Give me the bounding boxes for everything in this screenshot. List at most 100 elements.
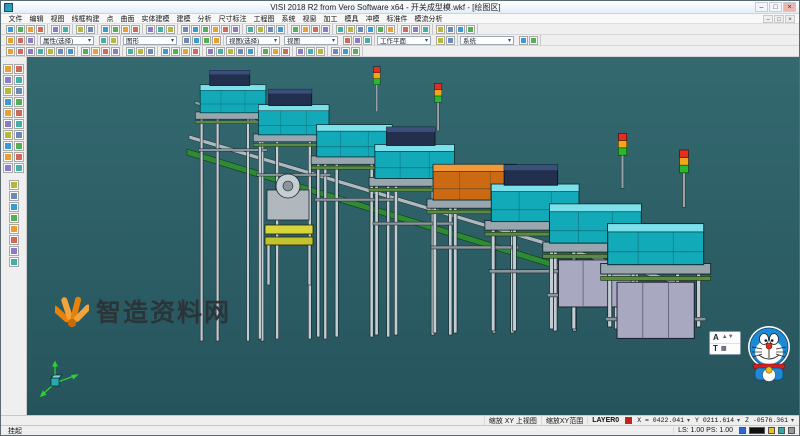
mirror-icon[interactable] — [206, 47, 215, 56]
layer-indicator[interactable]: LAYER0 — [587, 417, 623, 424]
toolbar-combo[interactable]: 视图(选择)▾ — [226, 36, 280, 45]
boolean-intersect-icon[interactable] — [146, 47, 155, 56]
surface-icon[interactable] — [436, 25, 445, 34]
toolbar-combo[interactable]: 属性(选择)▾ — [40, 36, 94, 45]
extrude-icon[interactable] — [456, 25, 465, 34]
workplane-xy-icon[interactable] — [343, 36, 352, 45]
ungroup-icon[interactable] — [9, 224, 19, 234]
view-mode-indicator[interactable]: 缩放 XY 上视图 — [484, 416, 541, 426]
plot-icon[interactable] — [61, 25, 70, 34]
macro-icon[interactable] — [331, 47, 340, 56]
back-view-icon[interactable] — [56, 47, 65, 56]
child-restore-button[interactable]: □ — [774, 15, 784, 23]
fillet-icon[interactable] — [81, 47, 90, 56]
3d-viewport[interactable]: 智造资料网 A ▲▼ T ▦ — [27, 57, 799, 415]
filter-icon[interactable] — [182, 36, 191, 45]
menu-item-10[interactable]: 尺寸标注 — [215, 14, 250, 24]
selection-color-well[interactable] — [749, 427, 765, 434]
text-tool-icon[interactable] — [14, 163, 24, 173]
text-height-button[interactable]: A ▲▼ — [710, 332, 740, 344]
annotation-icon[interactable] — [421, 25, 430, 34]
material-icon[interactable] — [306, 47, 315, 56]
new-icon[interactable] — [6, 25, 15, 34]
print-icon[interactable] — [51, 25, 60, 34]
spline-icon[interactable] — [14, 97, 24, 107]
snap-indicator[interactable] — [739, 427, 746, 434]
trim-tool-icon[interactable] — [14, 108, 24, 118]
boolean-union-icon[interactable] — [126, 47, 135, 56]
line-tool-icon[interactable] — [3, 75, 13, 85]
light-icon[interactable] — [316, 47, 325, 56]
dimension-tool-icon[interactable] — [9, 191, 19, 201]
extend-icon[interactable] — [171, 47, 180, 56]
toolbar-combo[interactable]: 视图▾ — [284, 36, 338, 45]
line-icon[interactable] — [346, 25, 355, 34]
menu-item-15[interactable]: 模具 — [341, 14, 362, 24]
copy-icon[interactable] — [111, 25, 120, 34]
menu-item-6[interactable]: 曲面 — [117, 14, 138, 24]
shaded-icon[interactable] — [246, 25, 255, 34]
workplane-yz-icon[interactable] — [353, 36, 362, 45]
menu-item-17[interactable]: 标准件 — [383, 14, 411, 24]
rotate-view-icon[interactable] — [231, 25, 240, 34]
revolve-icon[interactable] — [466, 25, 475, 34]
menu-item-5[interactable]: 点 — [103, 14, 117, 24]
shell-icon[interactable] — [101, 47, 110, 56]
arc-icon[interactable] — [356, 25, 365, 34]
properties-icon[interactable] — [9, 257, 19, 267]
save-icon[interactable] — [26, 25, 35, 34]
menu-item-9[interactable]: 分析 — [194, 14, 215, 24]
draft-icon[interactable] — [111, 47, 120, 56]
chamfer-tool-icon[interactable] — [14, 119, 24, 129]
color-picker-icon[interactable] — [99, 36, 108, 45]
solid-icon[interactable] — [446, 25, 455, 34]
toolbar-combo[interactable]: 系统▾ — [460, 36, 514, 45]
options-icon[interactable] — [351, 47, 360, 56]
array-tool-icon[interactable] — [14, 152, 24, 162]
point-icon[interactable] — [336, 25, 345, 34]
pick-edge-icon[interactable] — [202, 36, 211, 45]
right-view-icon[interactable] — [36, 47, 45, 56]
circle-icon[interactable] — [366, 25, 375, 34]
menu-item-16[interactable]: 冲模 — [362, 14, 383, 24]
layer-tool-icon[interactable] — [9, 202, 19, 212]
zoom-window-icon[interactable] — [201, 25, 210, 34]
snap-icon[interactable] — [311, 25, 320, 34]
rotate-tool-icon[interactable] — [3, 141, 13, 151]
wireframe-icon[interactable] — [256, 25, 265, 34]
toolbar-combo[interactable]: 工作平面▾ — [377, 36, 431, 45]
close-button[interactable]: × — [783, 2, 796, 12]
split-icon[interactable] — [181, 47, 190, 56]
minimize-button[interactable]: – — [755, 2, 768, 12]
rectangle-icon[interactable] — [376, 25, 385, 34]
view-properties-icon[interactable] — [6, 36, 15, 45]
arc-tool-icon[interactable] — [3, 86, 13, 96]
dimension-icon[interactable] — [411, 25, 420, 34]
offset-icon[interactable] — [3, 108, 13, 118]
menu-item-12[interactable]: 系统 — [278, 14, 299, 24]
menu-item-18[interactable]: 模流分析 — [411, 14, 446, 24]
top-view-icon[interactable] — [16, 47, 25, 56]
chevron-down-icon[interactable]: ▾ — [791, 417, 796, 424]
front-view-icon[interactable] — [26, 47, 35, 56]
hatch-icon[interactable] — [9, 180, 19, 190]
paste-icon[interactable] — [121, 25, 130, 34]
group-icon[interactable] — [9, 213, 19, 223]
undo-icon[interactable] — [76, 25, 85, 34]
toolbar-combo[interactable]: 图形▾ — [123, 36, 177, 45]
system-settings-icon[interactable] — [436, 36, 445, 45]
calculator-icon[interactable] — [341, 47, 350, 56]
iso-view-icon[interactable] — [6, 47, 15, 56]
hidden-line-icon[interactable] — [266, 25, 275, 34]
boolean-subtract-icon[interactable] — [136, 47, 145, 56]
left-view-icon[interactable] — [46, 47, 55, 56]
measure-tool-icon[interactable] — [3, 163, 13, 173]
pick-vertex-icon[interactable] — [212, 36, 221, 45]
circle-tool-icon[interactable] — [14, 86, 24, 96]
curve-icon[interactable] — [386, 25, 395, 34]
menu-item-7[interactable]: 实体建模 — [138, 14, 173, 24]
refresh-icon[interactable] — [26, 36, 35, 45]
text-style-button[interactable]: T ▦ — [710, 344, 740, 355]
line-style-icon[interactable] — [109, 36, 118, 45]
rotate-icon[interactable] — [236, 47, 245, 56]
